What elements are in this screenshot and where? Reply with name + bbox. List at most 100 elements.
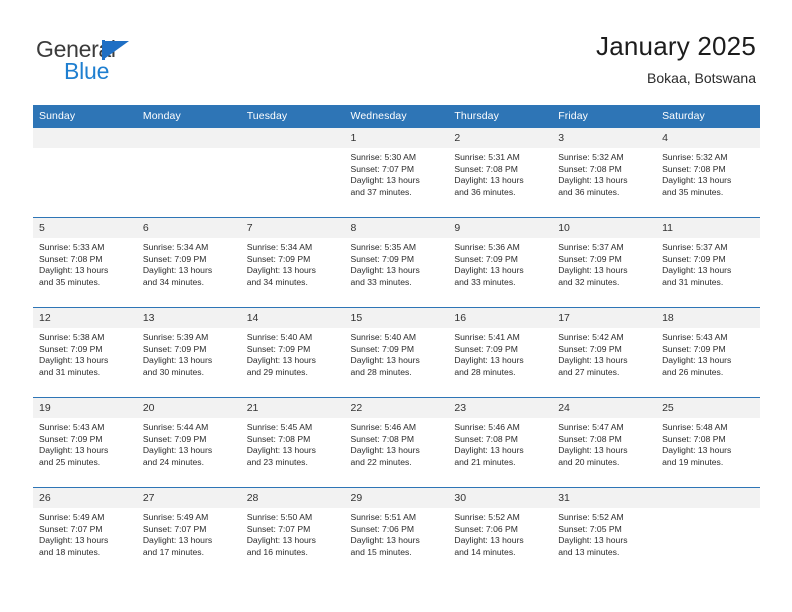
sunset-text: Sunset: 7:09 PM	[142, 253, 207, 264]
weekday-header-thursday: Thursday	[448, 105, 553, 128]
day-number: 8	[344, 218, 449, 238]
sunset-text: Sunset: 7:08 PM	[246, 433, 311, 444]
sunset-text: Sunset: 7:09 PM	[246, 343, 311, 354]
day-cell-inner: 2 Sunrise: 5:31 AM Sunset: 7:08 PM Daylight…	[448, 128, 553, 217]
sunrise-text: Sunrise: 5:40 AM	[246, 332, 313, 342]
sunrise-text: Sunrise: 5:47 AM	[558, 422, 624, 432]
daylight-text-line1: Daylight: 13 hours	[142, 355, 213, 366]
day-info	[656, 508, 760, 512]
daylight-text-line1: Daylight: 13 hours	[246, 265, 316, 276]
daylight-text-line2: and 20 minutes.	[558, 456, 620, 467]
day-number	[33, 128, 137, 148]
calendar-day-cell[interactable]: 12 Sunrise: 5:38 AM Sunset: 7:09 PM Dayligh…	[33, 307, 137, 398]
sunset-text: Sunset: 7:07 PM	[246, 523, 311, 534]
calendar-day-cell[interactable]: 25 Sunrise: 5:48 AM Sunset: 7:08 PM Dayligh…	[656, 397, 760, 488]
calendar-day-cell[interactable]: 7 Sunrise: 5:34 AM Sunset: 7:09 PM Daylight…	[240, 217, 345, 308]
day-number: 3	[552, 128, 657, 148]
sunrise-text: Sunrise: 5:31 AM	[454, 152, 520, 162]
sunset-text: Sunset: 7:09 PM	[454, 253, 518, 264]
brand-logo[interactable]: General Blue	[36, 36, 216, 88]
day-number: 2	[448, 128, 553, 148]
calendar-day-cell[interactable]: 6 Sunrise: 5:34 AM Sunset: 7:09 PM Daylight…	[136, 217, 241, 308]
calendar-day-cell[interactable]: 16 Sunrise: 5:41 AM Sunset: 7:09 PM Dayligh…	[448, 307, 553, 398]
calendar-day-cell[interactable]: 20 Sunrise: 5:44 AM Sunset: 7:09 PM Dayligh…	[136, 397, 241, 488]
weekday-header-saturday: Saturday	[656, 105, 760, 128]
day-info: Sunrise: 5:43 AM Sunset: 7:09 PM Daylight:…	[33, 418, 137, 468]
day-number: 14	[240, 308, 345, 328]
calendar-page: General Blue January 2025 Bokaa, Botswan…	[0, 0, 792, 612]
calendar-day-cell[interactable]: 18 Sunrise: 5:43 AM Sunset: 7:09 PM Dayligh…	[656, 307, 760, 398]
day-number: 25	[656, 398, 760, 418]
day-number: 15	[344, 308, 449, 328]
day-number: 11	[656, 218, 760, 238]
daylight-text-line1: Daylight: 13 hours	[454, 355, 524, 366]
daylight-text-line2: and 16 minutes.	[246, 546, 308, 557]
day-cell-inner: 15 Sunrise: 5:40 AM Sunset: 7:09 PM Dayligh…	[344, 308, 449, 397]
calendar-day-cell[interactable]: 4 Sunrise: 5:32 AM Sunset: 7:08 PM Daylight…	[656, 127, 760, 218]
page-title: January 2025	[596, 31, 756, 61]
day-info: Sunrise: 5:50 AM Sunset: 7:07 PM Daylight:…	[241, 508, 345, 558]
calendar-day-cell[interactable]: 26 Sunrise: 5:49 AM Sunset: 7:07 PM Dayligh…	[33, 487, 137, 577]
calendar-day-cell[interactable]: 28 Sunrise: 5:50 AM Sunset: 7:07 PM Dayligh…	[240, 487, 345, 577]
day-info: Sunrise: 5:34 AM Sunset: 7:09 PM Daylight:…	[137, 238, 241, 288]
daylight-text-line2: and 27 minutes.	[558, 366, 620, 377]
daylight-text-line2: and 24 minutes.	[142, 456, 204, 467]
daylight-text-line2: and 18 minutes.	[39, 546, 101, 557]
daylight-text-line2: and 14 minutes.	[454, 546, 516, 557]
sunset-text: Sunset: 7:09 PM	[350, 253, 415, 264]
day-cell-inner: 7 Sunrise: 5:34 AM Sunset: 7:09 PM Daylight…	[240, 218, 345, 307]
calendar-day-cell[interactable]: 24 Sunrise: 5:47 AM Sunset: 7:08 PM Dayligh…	[552, 397, 657, 488]
calendar-day-cell[interactable]: 10 Sunrise: 5:37 AM Sunset: 7:09 PM Dayligh…	[552, 217, 657, 308]
calendar-day-cell[interactable]: 27 Sunrise: 5:49 AM Sunset: 7:07 PM Dayligh…	[136, 487, 241, 577]
sunrise-text: Sunrise: 5:41 AM	[454, 332, 520, 342]
daylight-text-line2: and 28 minutes.	[454, 366, 516, 377]
calendar-day-cell[interactable]: 17 Sunrise: 5:42 AM Sunset: 7:09 PM Dayligh…	[552, 307, 657, 398]
calendar-day-cell[interactable]: 8 Sunrise: 5:35 AM Sunset: 7:09 PM Daylight…	[344, 217, 449, 308]
day-number: 23	[448, 398, 553, 418]
daylight-text-line1: Daylight: 13 hours	[142, 535, 213, 546]
daylight-text-line1: Daylight: 13 hours	[558, 445, 628, 456]
day-number: 28	[240, 488, 345, 508]
daylight-text-line1: Daylight: 13 hours	[246, 355, 316, 366]
day-cell-inner: 26 Sunrise: 5:49 AM Sunset: 7:07 PM Dayligh…	[33, 488, 137, 577]
calendar-day-cell[interactable]: 9 Sunrise: 5:36 AM Sunset: 7:09 PM Daylight…	[448, 217, 553, 308]
day-info: Sunrise: 5:44 AM Sunset: 7:09 PM Daylight:…	[137, 418, 241, 468]
calendar-day-cell[interactable]: 22 Sunrise: 5:46 AM Sunset: 7:08 PM Dayligh…	[344, 397, 449, 488]
daylight-text-line2: and 35 minutes.	[662, 186, 724, 197]
weekday-header-monday: Monday	[136, 105, 241, 128]
day-cell-inner: 20 Sunrise: 5:44 AM Sunset: 7:09 PM Dayligh…	[136, 398, 241, 487]
calendar-day-cell[interactable]: 15 Sunrise: 5:40 AM Sunset: 7:09 PM Dayligh…	[344, 307, 449, 398]
day-info: Sunrise: 5:30 AM Sunset: 7:07 PM Daylight:…	[345, 148, 449, 198]
weekday-header-wednesday: Wednesday	[344, 105, 449, 128]
calendar-day-cell[interactable]: 11 Sunrise: 5:37 AM Sunset: 7:09 PM Dayligh…	[656, 217, 760, 308]
day-number: 27	[136, 488, 241, 508]
calendar-day-cell[interactable]: 5 Sunrise: 5:33 AM Sunset: 7:08 PM Daylight…	[33, 217, 137, 308]
calendar-day-cell[interactable]: 2 Sunrise: 5:31 AM Sunset: 7:08 PM Daylight…	[448, 127, 553, 218]
sunrise-text: Sunrise: 5:40 AM	[350, 332, 416, 342]
day-number: 5	[33, 218, 137, 238]
sunrise-text: Sunrise: 5:30 AM	[350, 152, 416, 162]
calendar-day-cell[interactable]: 14 Sunrise: 5:40 AM Sunset: 7:09 PM Dayligh…	[240, 307, 345, 398]
calendar-day-cell[interactable]: 3 Sunrise: 5:32 AM Sunset: 7:08 PM Daylight…	[552, 127, 657, 218]
calendar-day-cell[interactable]: 23 Sunrise: 5:46 AM Sunset: 7:08 PM Dayligh…	[448, 397, 553, 488]
day-number: 12	[33, 308, 137, 328]
calendar-day-cell[interactable]: 1 Sunrise: 5:30 AM Sunset: 7:07 PM Daylight…	[344, 127, 449, 218]
daylight-text-line1: Daylight: 13 hours	[39, 445, 109, 456]
calendar-day-cell[interactable]: 19 Sunrise: 5:43 AM Sunset: 7:09 PM Dayligh…	[33, 397, 137, 488]
calendar-day-cell[interactable]: 21 Sunrise: 5:45 AM Sunset: 7:08 PM Dayligh…	[240, 397, 345, 488]
sunrise-text: Sunrise: 5:46 AM	[350, 422, 416, 432]
sunset-text: Sunset: 7:09 PM	[662, 253, 726, 264]
calendar-day-cell[interactable]: 30 Sunrise: 5:52 AM Sunset: 7:06 PM Dayligh…	[448, 487, 553, 577]
day-number: 20	[136, 398, 241, 418]
daylight-text-line2: and 22 minutes.	[350, 456, 412, 467]
day-info: Sunrise: 5:41 AM Sunset: 7:09 PM Daylight:…	[448, 328, 552, 378]
calendar-day-cell[interactable]: 31 Sunrise: 5:52 AM Sunset: 7:05 PM Dayligh…	[552, 487, 657, 577]
calendar-day-cell-empty	[33, 127, 137, 218]
sunrise-text: Sunrise: 5:37 AM	[662, 242, 728, 252]
calendar-day-cell[interactable]: 13 Sunrise: 5:39 AM Sunset: 7:09 PM Dayligh…	[136, 307, 241, 398]
day-number	[136, 128, 241, 148]
calendar-day-cell[interactable]: 29 Sunrise: 5:51 AM Sunset: 7:06 PM Dayligh…	[344, 487, 449, 577]
day-cell-inner: 17 Sunrise: 5:42 AM Sunset: 7:09 PM Dayligh…	[552, 308, 657, 397]
sunrise-text: Sunrise: 5:34 AM	[246, 242, 313, 252]
day-cell-inner: 31 Sunrise: 5:52 AM Sunset: 7:05 PM Dayligh…	[552, 488, 657, 577]
